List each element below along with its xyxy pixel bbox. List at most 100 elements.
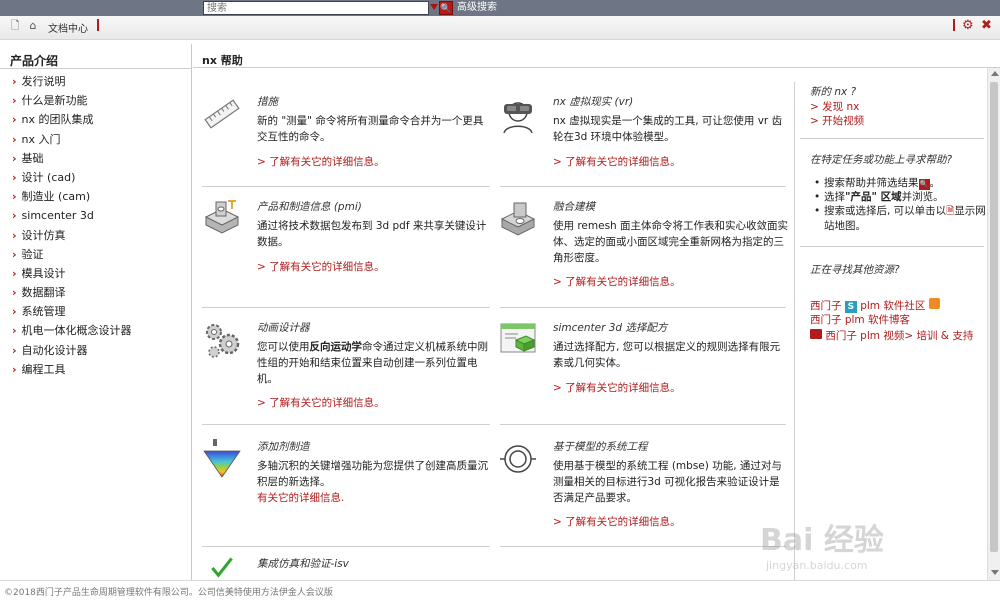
divider: [500, 186, 786, 187]
sidebar-item[interactable]: › nx 的团队集成: [12, 110, 132, 129]
learn-more-link[interactable]: > 了解有关它的详细信息。: [257, 154, 385, 169]
search-icon[interactable]: 🔍: [439, 1, 453, 15]
card-measure: 措施 新的 "测量" 命令将所有测量命令合并为一个更具交互性的命令。 > 了解有…: [202, 94, 494, 174]
card-title: nx 虚拟现实 (vr): [553, 96, 634, 108]
learn-more-link[interactable]: 有关它的详细信息.: [257, 490, 344, 505]
discover-nx-link[interactable]: > 发现 nx: [810, 100, 859, 114]
sidebar-item-label: 什么是新功能: [21, 94, 88, 108]
card-title: 基于模型的系统工程: [553, 441, 648, 453]
sidebar-item-label: 设计仿真: [21, 228, 66, 242]
search-dropdown-icon[interactable]: [430, 4, 438, 10]
community-link[interactable]: plm 软件社区: [860, 300, 925, 312]
card-description: 通过将技术数据包发布到 3d pdf 来共享关键设计数据。: [257, 220, 487, 248]
learn-more-link[interactable]: > 了解有关它的详细信息。: [553, 514, 681, 529]
chevron-right-icon: ›: [12, 286, 17, 300]
card-title: 融合建模: [553, 201, 595, 213]
divider: [953, 19, 955, 31]
pmi-part-icon: [204, 200, 240, 234]
chevron-right-icon: ›: [12, 228, 17, 242]
card-pmi: 产品和制造信息 (pmi) 通过将技术数据包发布到 3d pdf 来共享关键设计…: [202, 199, 494, 279]
chevron-right-icon: ›: [12, 75, 17, 88]
card-animation-designer: 动画设计器 您可以使用反向运动学命令通过定义机械系统中刚性组的开始和结束位置来自…: [202, 320, 494, 415]
bullet-item: 搜索或选择后, 可以单击以🗎显示网站地图。: [810, 204, 986, 233]
chevron-right-icon: ›: [12, 247, 17, 261]
card-description: 使用基于模型的系统工程 (mbse) 功能, 通过对与测量相关的目标进行3d 可…: [553, 460, 782, 504]
video-link[interactable]: 西门子 plm 视频> 培训 & 支持: [825, 330, 973, 342]
sidebar-item-label: 基础: [21, 151, 44, 165]
ruler-icon: [204, 99, 240, 129]
scroll-up-icon[interactable]: [991, 71, 999, 76]
blog-link[interactable]: 西门子 plm 软件博客: [810, 313, 986, 327]
sidebar-item-label: 自动化设计器: [21, 343, 88, 357]
copyright-text: ©2018西门子产品生命周期管理软件有限公司。公司信美特使用方法伊金人会议版: [4, 588, 333, 598]
sidebar-item[interactable]: › 数据翻译: [12, 283, 132, 302]
chevron-right-icon: ›: [12, 94, 17, 108]
learn-more-link[interactable]: > 了解有关它的详细信息。: [257, 395, 385, 410]
bullet-item: 选择"产品" 区域并浏览。: [810, 190, 986, 204]
sidebar-item[interactable]: › 模具设计: [12, 264, 132, 283]
learn-more-link[interactable]: > 了解有关它的详细信息。: [553, 154, 681, 169]
start-video-link[interactable]: > 开始视频: [810, 114, 864, 128]
doc-center-link[interactable]: 文档中心: [48, 20, 88, 35]
chevron-right-icon: ›: [12, 132, 17, 146]
home-icon[interactable]: ⌂: [26, 19, 40, 33]
card-title: 添加剂制造: [257, 441, 310, 453]
watermark: Bai 经验 jingyan.baidu.com: [760, 515, 990, 585]
check-icon: [211, 557, 233, 578]
sidebar-item[interactable]: › 制造业 (cam): [12, 187, 132, 206]
sidebar-item[interactable]: › 设计仿真: [12, 226, 132, 245]
card-description: 使用 remesh 面主体命令将工作表和实心收敛面实体、选定的面或小面区域完全重…: [553, 220, 789, 264]
divider: [97, 19, 99, 31]
divider: [202, 186, 490, 187]
sidebar-item-label: 制造业 (cam): [21, 190, 91, 204]
sidebar-item[interactable]: › simcenter 3d: [12, 206, 132, 225]
divider: [500, 307, 786, 308]
card-title: 动画设计器: [257, 322, 310, 334]
additive-cone-icon: [203, 439, 241, 478]
video-icon: [810, 329, 822, 339]
top-search-bar: 🔍 高级搜索: [0, 0, 1000, 16]
community-link-prefix[interactable]: 西门子: [810, 300, 842, 312]
card-isv: 集成仿真和验证-isv: [202, 556, 494, 580]
chevron-right-icon: ›: [12, 343, 17, 357]
close-icon[interactable]: ✖: [981, 19, 992, 33]
chevron-right-icon: ›: [12, 170, 17, 184]
scrollbar[interactable]: [987, 68, 1000, 580]
scroll-down-icon[interactable]: [991, 570, 999, 575]
sidebar: 产品介绍 › 发行说明 › 什么是新功能 › nx 的团队集成 › nx 入门 › 基础 …: [0, 44, 192, 580]
sidebar-item[interactable]: › 编程工具: [12, 360, 132, 379]
sidebar-item[interactable]: › 发行说明: [12, 72, 132, 91]
divider: [800, 246, 984, 247]
divider: [794, 82, 795, 582]
sidebar-item[interactable]: › 设计 (cad): [12, 168, 132, 187]
sidebar-item-label: 系统管理: [21, 305, 66, 319]
part-model-icon: [500, 202, 536, 236]
sidebar-item[interactable]: › nx 入门: [12, 130, 132, 149]
divider: [800, 138, 984, 139]
divider: [202, 546, 490, 547]
learn-more-link[interactable]: > 了解有关它的详细信息。: [553, 380, 681, 395]
sidebar-item[interactable]: › 机电一体化概念设计器: [12, 321, 132, 340]
sidebar-item[interactable]: › 系统管理: [12, 302, 132, 321]
search-icon[interactable]: 🔍: [918, 179, 930, 190]
sidebar-item[interactable]: › 验证: [12, 245, 132, 264]
card-description: 新的 "测量" 命令将所有测量命令合并为一个更具交互性的命令。: [257, 115, 484, 143]
card-mbse: 基于模型的系统工程 使用基于模型的系统工程 (mbse) 功能, 通过对与测量相…: [498, 439, 788, 534]
document-icon[interactable]: 🗋: [8, 19, 22, 33]
card-description: nx 虚拟现实是一个集成的工具, 可让您使用 vr 齿轮在3d 环境中体验模型。: [553, 115, 783, 143]
learn-more-link[interactable]: > 了解有关它的详细信息。: [257, 259, 385, 274]
sidebar-item-label: 发行说明: [21, 75, 66, 88]
sidebar-item-label: 模具设计: [21, 266, 66, 280]
watermark-url: jingyan.baidu.com: [766, 559, 868, 572]
gear-icon[interactable]: ⚙: [962, 19, 974, 33]
scroll-thumb[interactable]: [990, 82, 998, 552]
search-input[interactable]: [203, 1, 429, 15]
mbse-icon: [500, 445, 536, 473]
sidebar-item[interactable]: › 基础: [12, 149, 132, 168]
new-nx-question: 新的 nx ?: [810, 86, 857, 98]
sidebar-item[interactable]: › 什么是新功能: [12, 91, 132, 110]
help-bullets: 搜索帮助并筛选结果🔍。 选择"产品" 区域并浏览。 搜索或选择后, 可以单击以🗎…: [810, 176, 986, 233]
sidebar-item[interactable]: › 自动化设计器: [12, 341, 132, 360]
learn-more-link[interactable]: > 了解有关它的详细信息。: [553, 274, 681, 289]
advanced-search-link[interactable]: 高级搜索: [457, 1, 497, 15]
